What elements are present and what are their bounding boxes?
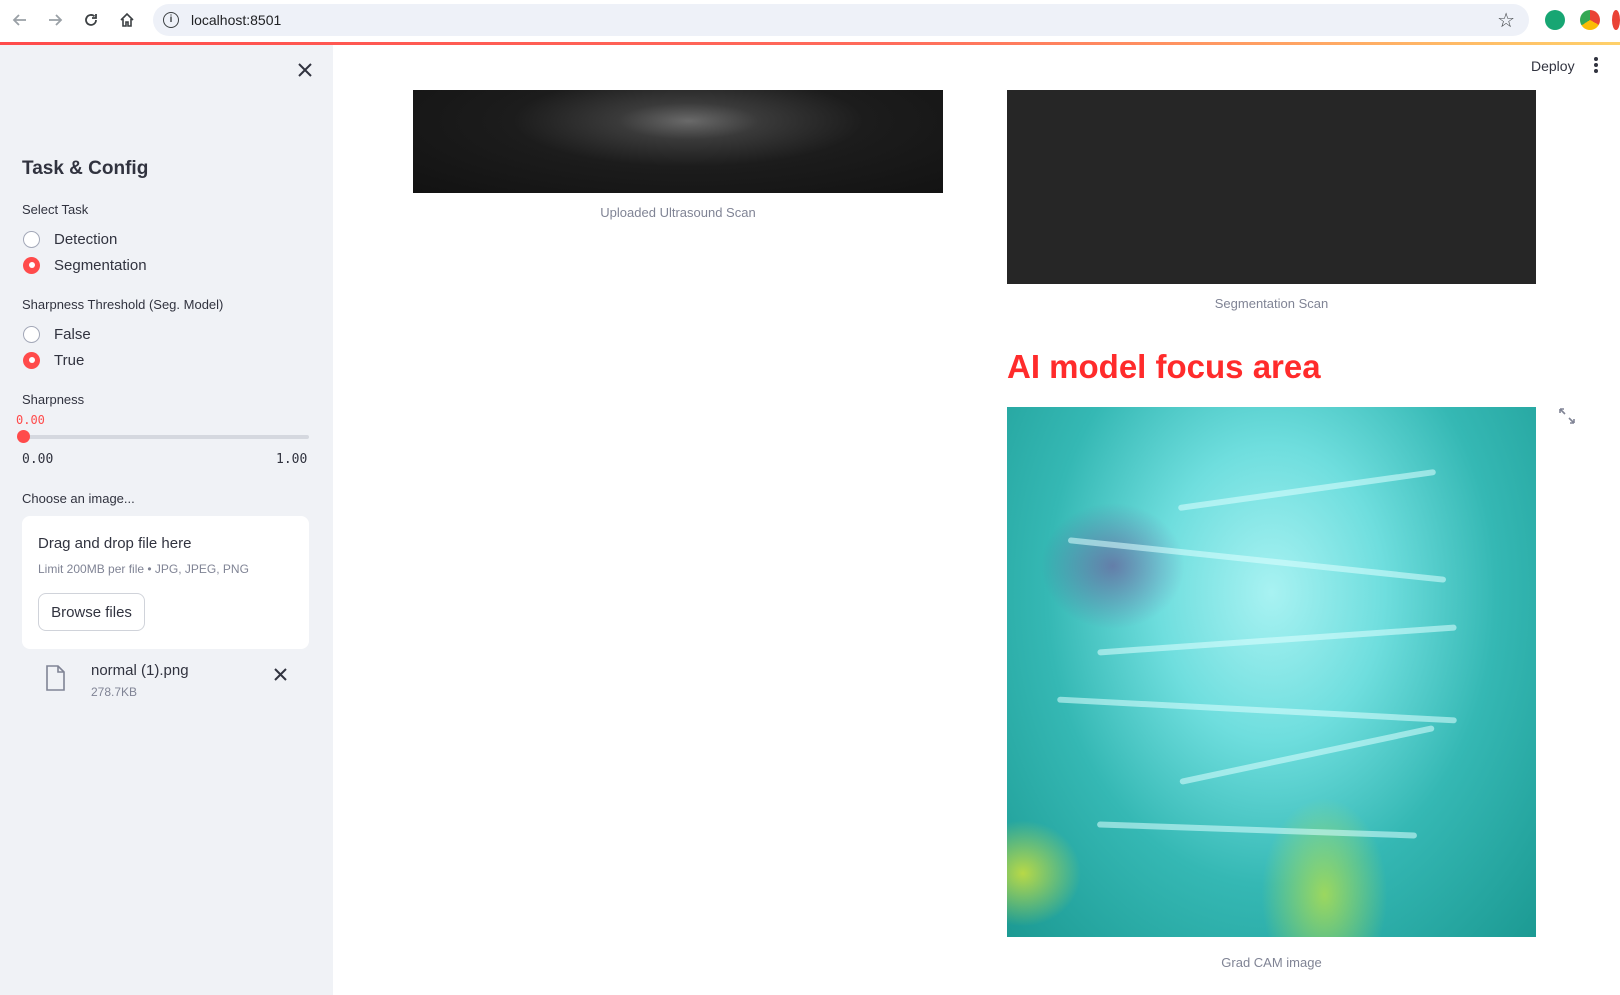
sharpness-slider-thumb[interactable] xyxy=(16,430,30,443)
close-sidebar-icon[interactable] xyxy=(298,59,312,81)
sidebar: Task & Config Select Task Detection Segm… xyxy=(0,45,333,995)
extension-icon[interactable] xyxy=(1580,10,1600,30)
url-text: localhost:8501 xyxy=(191,12,282,28)
slider-max-label: 1.00 xyxy=(276,452,308,467)
radio-unchecked-icon xyxy=(23,230,40,248)
back-icon[interactable] xyxy=(8,8,32,32)
file-name: normal (1).png xyxy=(91,662,189,679)
radio-label: Detection xyxy=(54,230,118,248)
radio-unchecked-icon xyxy=(23,325,40,343)
segmentation-caption: Segmentation Scan xyxy=(1214,296,1329,311)
main-content: Deploy Uploaded Ultrasound Scan Segmenta… xyxy=(333,45,1620,995)
radio-label: False xyxy=(54,325,91,343)
fullscreen-icon[interactable] xyxy=(1558,407,1576,425)
dropzone-title: Drag and drop file here xyxy=(38,535,192,552)
browser-toolbar: i localhost:8501 ☆ xyxy=(0,0,1620,42)
radio-checked-icon xyxy=(23,256,40,274)
radio-segmentation[interactable]: Segmentation xyxy=(23,255,147,275)
radio-false[interactable]: False xyxy=(23,324,91,344)
segmentation-image xyxy=(1007,90,1536,284)
sharpness-threshold-label: Sharpness Threshold (Seg. Model) xyxy=(22,297,224,312)
browse-files-button[interactable]: Browse files xyxy=(38,593,145,631)
upload-caption: Uploaded Ultrasound Scan xyxy=(600,205,756,220)
site-info-icon[interactable]: i xyxy=(163,12,179,28)
radio-checked-icon xyxy=(23,351,40,369)
file-dropzone[interactable]: Drag and drop file here Limit 200MB per … xyxy=(22,516,309,649)
reload-icon[interactable] xyxy=(79,8,103,32)
sharpness-slider-track[interactable] xyxy=(22,435,309,439)
file-icon xyxy=(46,665,65,691)
file-size: 278.7KB xyxy=(91,685,138,699)
sidebar-title: Task & Config xyxy=(22,158,149,179)
uploaded-file: normal (1).png 278.7KB xyxy=(22,657,309,707)
address-bar[interactable]: i localhost:8501 ☆ xyxy=(153,4,1529,36)
gradcam-caption: Grad CAM image xyxy=(1221,955,1322,970)
radio-detection[interactable]: Detection xyxy=(23,229,117,249)
grammarly-extension-icon[interactable] xyxy=(1545,10,1565,30)
profile-icon[interactable] xyxy=(1612,10,1620,30)
choose-image-label: Choose an image... xyxy=(22,491,135,506)
select-task-label: Select Task xyxy=(22,202,89,217)
home-icon[interactable] xyxy=(115,8,139,32)
deploy-button[interactable]: Deploy xyxy=(1531,58,1575,74)
gradcam-image xyxy=(1007,407,1536,937)
radio-true[interactable]: True xyxy=(23,350,84,370)
focus-area-heading: AI model focus area xyxy=(1007,348,1321,385)
dropzone-limit: Limit 200MB per file • JPG, JPEG, PNG xyxy=(38,562,249,576)
slider-min-label: 0.00 xyxy=(22,452,54,467)
radio-label: True xyxy=(54,351,85,369)
slider-current-value: 0.00 xyxy=(16,413,45,427)
uploaded-ultrasound-image xyxy=(413,90,943,193)
forward-icon[interactable] xyxy=(43,8,67,32)
remove-file-icon[interactable] xyxy=(274,665,287,685)
radio-label: Segmentation xyxy=(54,256,147,274)
sharpness-label: Sharpness xyxy=(22,392,85,407)
main-menu-icon[interactable] xyxy=(1593,57,1599,75)
bookmark-star-icon[interactable]: ☆ xyxy=(1497,8,1515,33)
